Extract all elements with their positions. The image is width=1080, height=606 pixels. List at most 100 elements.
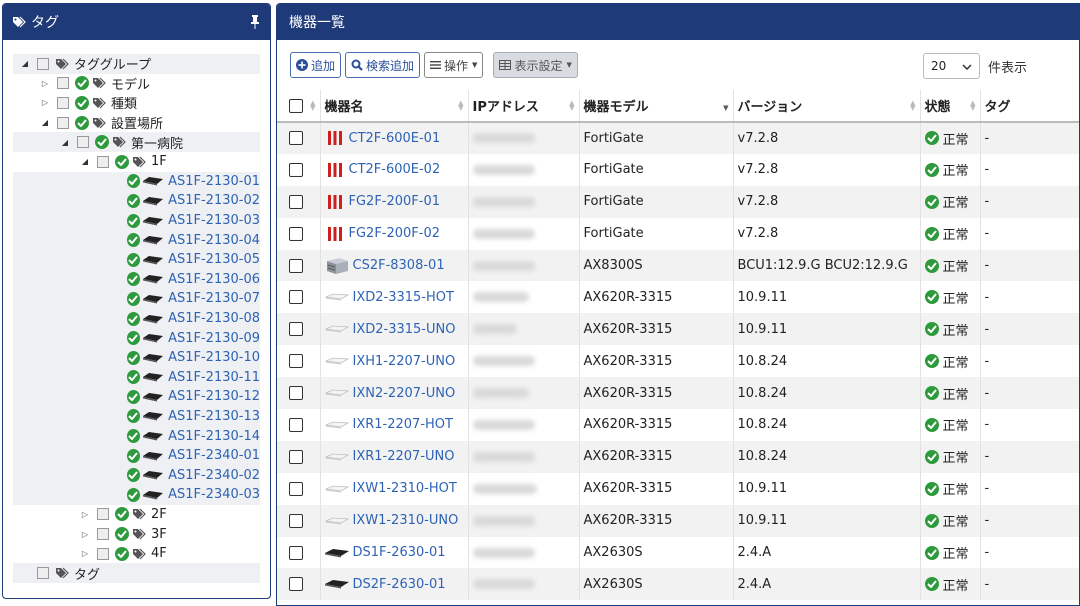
tree-checkbox[interactable] bbox=[97, 528, 109, 541]
table-row[interactable]: IXW1-2310-HOT AX620R-3315 10.9.11 正常 - bbox=[277, 472, 1079, 505]
device-name-link[interactable]: IXD2-3315-UNO bbox=[353, 322, 456, 337]
row-checkbox[interactable] bbox=[289, 481, 303, 496]
table-row[interactable]: FG2F-200F-02 FortiGate v7.2.8 正常 - bbox=[277, 217, 1079, 250]
tree-checkbox[interactable] bbox=[97, 508, 109, 521]
column-header-status[interactable]: 状態 ▲ ▼ bbox=[920, 90, 981, 123]
tree-item-group[interactable]: ▷ モデル bbox=[13, 74, 260, 94]
row-checkbox[interactable] bbox=[289, 449, 303, 464]
row-checkbox[interactable] bbox=[289, 194, 303, 209]
tree-item-device[interactable]: AS1F-2130-12 bbox=[13, 387, 260, 407]
tree-item-device[interactable]: AS1F-2130-10 bbox=[13, 347, 260, 368]
tree-item-device[interactable]: AS1F-2130-07 bbox=[13, 289, 260, 309]
device-name-link[interactable]: DS2F-2630-01 bbox=[353, 577, 446, 592]
tree-item-group[interactable]: ▷ 4F bbox=[13, 544, 260, 564]
tree-item-group[interactable]: ◢ タググループ bbox=[13, 54, 260, 74]
device-name-link[interactable]: IXR1-2207-UNO bbox=[353, 449, 455, 464]
tree-item-group[interactable]: ◢ 設置場所 bbox=[13, 113, 260, 133]
device-name-link[interactable]: FG2F-200F-02 bbox=[349, 226, 441, 241]
sort-icon[interactable]: ▲ ▼ bbox=[910, 100, 915, 112]
tree-item-device[interactable]: AS1F-2340-02 bbox=[13, 465, 260, 486]
pin-icon[interactable] bbox=[248, 14, 262, 30]
device-name-link[interactable]: IXH1-2207-UNO bbox=[353, 354, 456, 369]
row-checkbox[interactable] bbox=[289, 513, 303, 528]
table-row[interactable]: CT2F-600E-02 FortiGate v7.2.8 正常 - bbox=[277, 153, 1079, 186]
device-name-link[interactable]: IXW1-2310-UNO bbox=[353, 513, 459, 528]
add-button[interactable]: 追加 bbox=[290, 52, 342, 78]
tree-item-device[interactable]: AS1F-2130-06 bbox=[13, 269, 260, 290]
caret-collapsed-icon[interactable]: ▷ bbox=[39, 77, 51, 89]
tree-checkbox[interactable] bbox=[57, 96, 69, 109]
page-size-select[interactable]: 20 bbox=[922, 53, 980, 79]
row-checkbox[interactable] bbox=[289, 354, 303, 369]
row-checkbox[interactable] bbox=[289, 577, 303, 592]
table-row[interactable]: IXW1-2310-UNO AX620R-3315 10.9.11 正常 - bbox=[277, 504, 1079, 537]
device-name-link[interactable]: IXR1-2207-HOT bbox=[353, 417, 453, 432]
row-checkbox[interactable] bbox=[289, 258, 303, 273]
tree-item-group[interactable]: ▷ 3F bbox=[13, 524, 260, 544]
table-row[interactable]: CT2F-600E-01 FortiGate v7.2.8 正常 - bbox=[277, 122, 1079, 154]
tree-checkbox[interactable] bbox=[77, 136, 89, 149]
table-row[interactable]: CS2F-8308-01 AX8300S BCU1:12.9.G BCU2:12.9… bbox=[277, 249, 1079, 282]
tree-checkbox[interactable] bbox=[57, 77, 69, 90]
device-name-link[interactable]: CS2F-8308-01 bbox=[353, 258, 445, 273]
device-name-link[interactable]: CT2F-600E-02 bbox=[349, 162, 441, 177]
table-row[interactable]: FG2F-200F-01 FortiGate v7.2.8 正常 - bbox=[277, 185, 1079, 218]
table-row[interactable]: IXD2-3315-UNO AX620R-3315 10.9.11 正常 - bbox=[277, 313, 1079, 346]
table-row[interactable]: IXH1-2207-UNO AX620R-3315 10.8.24 正常 - bbox=[277, 345, 1079, 378]
sort-icon[interactable]: ▲ ▼ bbox=[458, 100, 463, 112]
row-checkbox[interactable] bbox=[289, 545, 303, 560]
sort-icon[interactable]: ▲ ▼ bbox=[569, 100, 574, 112]
tree-checkbox[interactable] bbox=[37, 567, 49, 580]
row-checkbox[interactable] bbox=[289, 386, 303, 401]
tree-checkbox[interactable] bbox=[97, 547, 109, 560]
caret-collapsed-icon[interactable]: ▷ bbox=[79, 508, 91, 520]
tree-checkbox[interactable] bbox=[37, 57, 49, 70]
tree-checkbox[interactable] bbox=[97, 155, 109, 168]
row-checkbox[interactable] bbox=[289, 322, 303, 337]
device-name-link[interactable]: IXW1-2310-HOT bbox=[353, 481, 457, 496]
caret-expanded-icon[interactable]: ◢ bbox=[59, 136, 71, 148]
tree-item-device[interactable]: AS1F-2130-11 bbox=[13, 367, 260, 388]
tree-item-device[interactable]: AS1F-2130-13 bbox=[13, 406, 260, 427]
column-header-model[interactable]: 機器モデル ▼ bbox=[579, 90, 734, 123]
display-settings-button[interactable]: 表示設定 ▼ bbox=[493, 52, 578, 78]
row-checkbox[interactable] bbox=[289, 290, 303, 305]
operation-dropdown-button[interactable]: 操作 ▼ bbox=[424, 52, 484, 78]
column-header-tag[interactable]: タグ bbox=[980, 90, 1079, 123]
tree-item-device[interactable]: AS1F-2130-01 bbox=[13, 171, 260, 192]
select-all-checkbox[interactable] bbox=[289, 98, 303, 113]
tree-item-device[interactable]: AS1F-2340-03 bbox=[13, 485, 260, 505]
column-header-ip[interactable]: IPアドレス ▲ ▼ bbox=[468, 90, 580, 123]
tree-item-device[interactable]: AS1F-2130-14 bbox=[13, 426, 260, 446]
row-checkbox[interactable] bbox=[289, 226, 303, 241]
caret-collapsed-icon[interactable]: ▷ bbox=[39, 97, 51, 109]
tree-item-device[interactable]: AS1F-2130-03 bbox=[13, 210, 260, 231]
tree-item-device[interactable]: AS1F-2130-08 bbox=[13, 308, 260, 329]
table-row[interactable]: IXR1-2207-HOT AX620R-3315 10.8.24 正常 - bbox=[277, 409, 1079, 441]
device-name-link[interactable]: IXN2-2207-UNO bbox=[353, 386, 456, 401]
column-header-name[interactable]: 機器名 ▲ ▼ bbox=[320, 90, 469, 123]
tree-checkbox[interactable] bbox=[57, 116, 69, 129]
row-checkbox[interactable] bbox=[289, 417, 303, 432]
tree-item-group[interactable]: ▷ 2F bbox=[13, 505, 260, 525]
table-row[interactable]: DS2F-2630-01 AX2630S 2.4.A 正常 - bbox=[277, 568, 1079, 601]
tree-item-group[interactable]: タグ bbox=[13, 563, 260, 584]
table-row[interactable]: IXN2-2207-UNO AX620R-3315 10.8.24 正常 - bbox=[277, 377, 1079, 410]
search-add-button[interactable]: 検索追加 bbox=[345, 52, 421, 78]
tree-item-device[interactable]: AS1F-2130-09 bbox=[13, 328, 260, 348]
caret-expanded-icon[interactable]: ◢ bbox=[39, 117, 51, 129]
tree-item-device[interactable]: AS1F-2130-02 bbox=[13, 191, 260, 211]
row-checkbox[interactable] bbox=[289, 162, 303, 177]
row-checkbox[interactable] bbox=[289, 131, 303, 146]
tree-item-device[interactable]: AS1F-2340-01 bbox=[13, 445, 260, 466]
column-header-version[interactable]: バージョン ▲ ▼ bbox=[733, 90, 921, 123]
tree-item-group[interactable]: ◢ 第一病院 bbox=[13, 132, 260, 152]
sort-icon[interactable]: ▲ ▼ bbox=[310, 100, 315, 112]
device-name-link[interactable]: FG2F-200F-01 bbox=[349, 194, 441, 209]
caret-expanded-icon[interactable]: ◢ bbox=[19, 58, 31, 70]
table-row[interactable]: IXD2-3315-HOT AX620R-3315 10.9.11 正常 - bbox=[277, 281, 1079, 314]
table-row[interactable]: DS1F-2630-01 AX2630S 2.4.A 正常 - bbox=[277, 536, 1079, 569]
sort-desc-icon[interactable]: ▼ bbox=[723, 101, 728, 112]
tree-item-device[interactable]: AS1F-2130-04 bbox=[13, 230, 260, 250]
tree-item-group[interactable]: ▷ 種類 bbox=[13, 93, 260, 113]
